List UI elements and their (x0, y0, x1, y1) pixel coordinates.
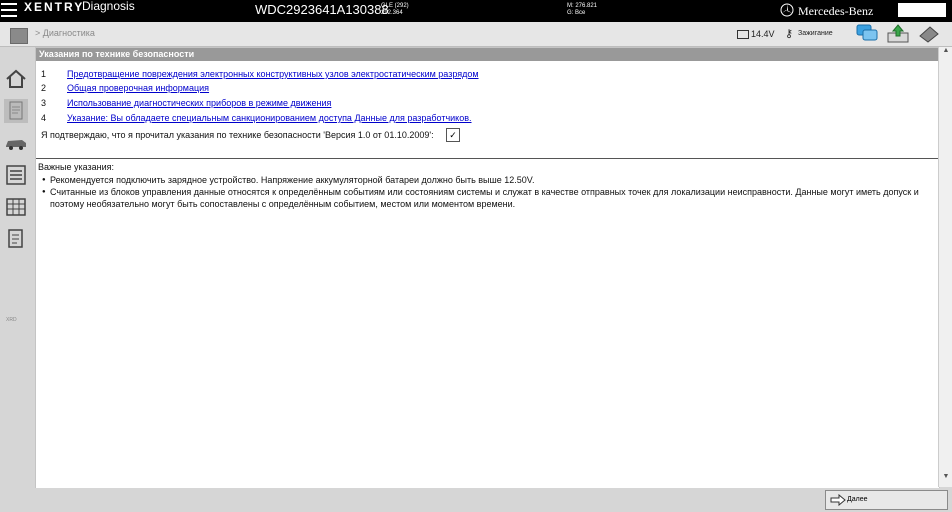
confirm-text: Я подтверждаю, что я прочитал указания п… (41, 130, 434, 140)
confirm-checkbox[interactable]: ✓ (446, 128, 460, 142)
item-number: 1 (41, 69, 47, 79)
item-number: 2 (41, 83, 47, 93)
app-name: XENTRY (24, 0, 85, 14)
report-icon[interactable] (4, 227, 28, 251)
list-item: 3 Использование диагностических приборов … (41, 97, 331, 109)
vertical-scrollbar[interactable]: ▲ ▼ (938, 47, 952, 487)
safety-link-esd[interactable]: Предотвращение повреждения электронных к… (67, 69, 479, 79)
notes-list: Рекомендуется подключить зарядное устрой… (42, 174, 927, 210)
safety-link-developer-access[interactable]: Указание: Вы обладаете специальным санкц… (67, 113, 472, 123)
model-line-1: GLE (292) (381, 3, 409, 9)
ignition-label: Зажигание (798, 30, 833, 37)
model-line-2: 292.364 (381, 10, 403, 16)
brand-logo (898, 3, 946, 17)
note-item: Рекомендуется подключить зарядное устрой… (42, 174, 927, 186)
battery-icon (737, 30, 749, 39)
vin-display: WDC2923641A130388 (255, 2, 389, 17)
arrow-right-icon (830, 494, 846, 506)
breadcrumb: > Диагностика (35, 28, 95, 38)
app-module: Diagnosis (82, 0, 135, 13)
vehicle-icon[interactable] (4, 131, 28, 155)
mileage-line-2: G: Все (567, 10, 586, 16)
note-item: Считанные из блоков управления данные от… (42, 186, 927, 210)
brand-name: Mercedes-Benz (798, 4, 874, 18)
home-icon[interactable] (4, 67, 28, 91)
divider (36, 158, 939, 159)
battery-voltage: 14.4V (751, 29, 775, 39)
bottom-bar: Далее (0, 488, 952, 512)
grid-table-icon[interactable] (4, 195, 28, 219)
diagnosis-document-icon[interactable] (4, 99, 28, 123)
safety-link-driving-mode[interactable]: Использование диагностических приборов в… (67, 98, 331, 108)
item-number: 3 (41, 98, 47, 108)
list-item: 1 Предотвращение повреждения электронных … (41, 68, 479, 80)
safety-notes-panel: Указания по технике безопасности 1 Предот… (35, 47, 940, 489)
section-title: Указания по технике безопасности (36, 48, 939, 61)
scroll-down-icon[interactable]: ▼ (939, 473, 952, 487)
top-bar: XENTRY Diagnosis WDC2923641A130388 GLE (… (0, 0, 952, 22)
menu-icon[interactable] (1, 3, 17, 17)
chat-icon[interactable] (856, 24, 878, 43)
list-item: 4 Указание: Вы обладаете специальным санк… (41, 112, 472, 124)
back-button[interactable] (10, 28, 28, 44)
xrd-label[interactable]: XRD (6, 317, 17, 323)
safety-link-general-check[interactable]: Общая проверочная информация (67, 83, 209, 93)
notes-title: Важные указания: (38, 162, 115, 172)
list-item: 2 Общая проверочная информация (41, 82, 209, 94)
item-number: 4 (41, 113, 47, 123)
upload-icon[interactable] (887, 24, 909, 43)
scroll-up-icon[interactable]: ▲ (939, 47, 952, 61)
ignition-key-icon: ⚷ (785, 28, 794, 40)
mercedes-star-icon (780, 3, 794, 17)
eraser-icon[interactable] (918, 24, 940, 43)
mileage-info: M: 276.821 G: Все (567, 3, 597, 17)
mileage-line-1: M: 276.821 (567, 3, 598, 9)
next-label: Далее (847, 496, 868, 503)
model-info: GLE (292) 292.364 (381, 3, 409, 17)
left-navigation-rail: XRD (0, 47, 32, 512)
list-icon[interactable] (4, 163, 28, 187)
toolbar: > Диагностика 14.4V ⚷ Зажигание (0, 22, 952, 47)
next-button[interactable]: Далее (825, 490, 948, 510)
